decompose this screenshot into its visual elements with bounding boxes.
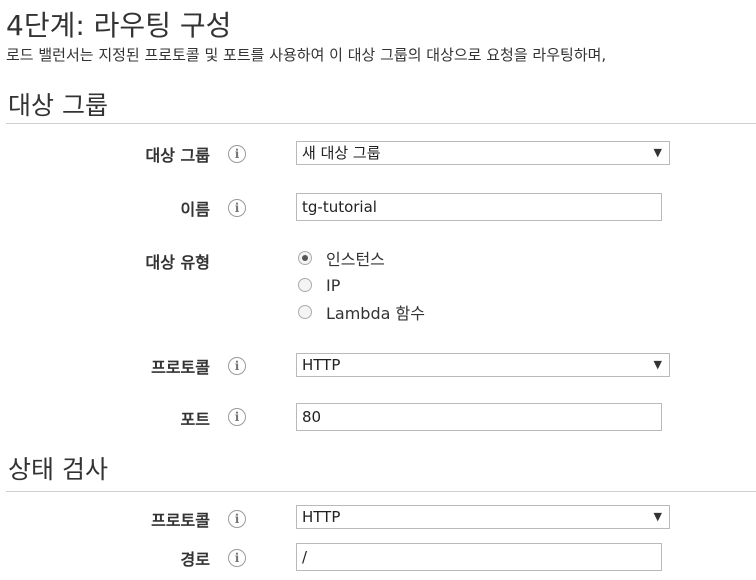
- radio-button[interactable]: [298, 278, 312, 292]
- info-icon[interactable]: i: [228, 357, 246, 375]
- target-type-option-lambda[interactable]: Lambda 함수: [298, 302, 425, 323]
- target-type-option-ip[interactable]: IP: [298, 275, 340, 295]
- chevron-down-icon: ▼: [653, 358, 662, 371]
- health-check-path-label: 경로: [180, 550, 210, 569]
- target-type-option-label: 인스턴스: [326, 250, 385, 269]
- step-title: 4단계: 라우팅 구성: [6, 9, 232, 42]
- target-group-selected-value: 새 대상 그룹: [302, 144, 381, 162]
- target-type-option-label: IP: [326, 275, 341, 295]
- protocol-selected-value: HTTP: [302, 356, 341, 374]
- radio-button[interactable]: [298, 305, 312, 319]
- step-description: 로드 밸런서는 지정된 프로토콜 및 포트를 사용하여 이 대상 그룹의 대상으…: [6, 46, 607, 64]
- info-icon[interactable]: i: [228, 510, 246, 528]
- info-icon[interactable]: i: [228, 199, 246, 217]
- target-group-label: 대상 그룹: [145, 146, 210, 165]
- health-check-protocol-selected-value: HTTP: [302, 508, 341, 526]
- chevron-down-icon: ▼: [653, 510, 662, 523]
- port-label: 포트: [180, 410, 210, 429]
- name-input[interactable]: tg-tutorial: [296, 193, 662, 221]
- section-title-target-group: 대상 그룹: [8, 91, 108, 120]
- health-check-protocol-select[interactable]: HTTP ▼: [296, 505, 670, 529]
- health-check-path-input[interactable]: /: [296, 543, 662, 571]
- target-type-option-label: Lambda 함수: [326, 304, 425, 323]
- radio-button[interactable]: [298, 251, 312, 265]
- info-icon[interactable]: i: [228, 549, 246, 567]
- protocol-select[interactable]: HTTP ▼: [296, 353, 670, 377]
- section-divider: [6, 123, 756, 124]
- name-label: 이름: [180, 200, 210, 219]
- section-divider: [6, 491, 756, 492]
- target-type-option-instance[interactable]: 인스턴스: [298, 248, 385, 269]
- target-group-select[interactable]: 새 대상 그룹 ▼: [296, 141, 670, 165]
- port-input[interactable]: 80: [296, 403, 662, 431]
- health-check-protocol-label: 프로토콜: [151, 511, 210, 530]
- protocol-label: 프로토콜: [151, 358, 210, 377]
- chevron-down-icon: ▼: [653, 146, 662, 159]
- info-icon[interactable]: i: [228, 408, 246, 426]
- target-type-label: 대상 유형: [145, 253, 210, 272]
- section-title-health-check: 상태 검사: [8, 455, 108, 484]
- info-icon[interactable]: i: [228, 145, 246, 163]
